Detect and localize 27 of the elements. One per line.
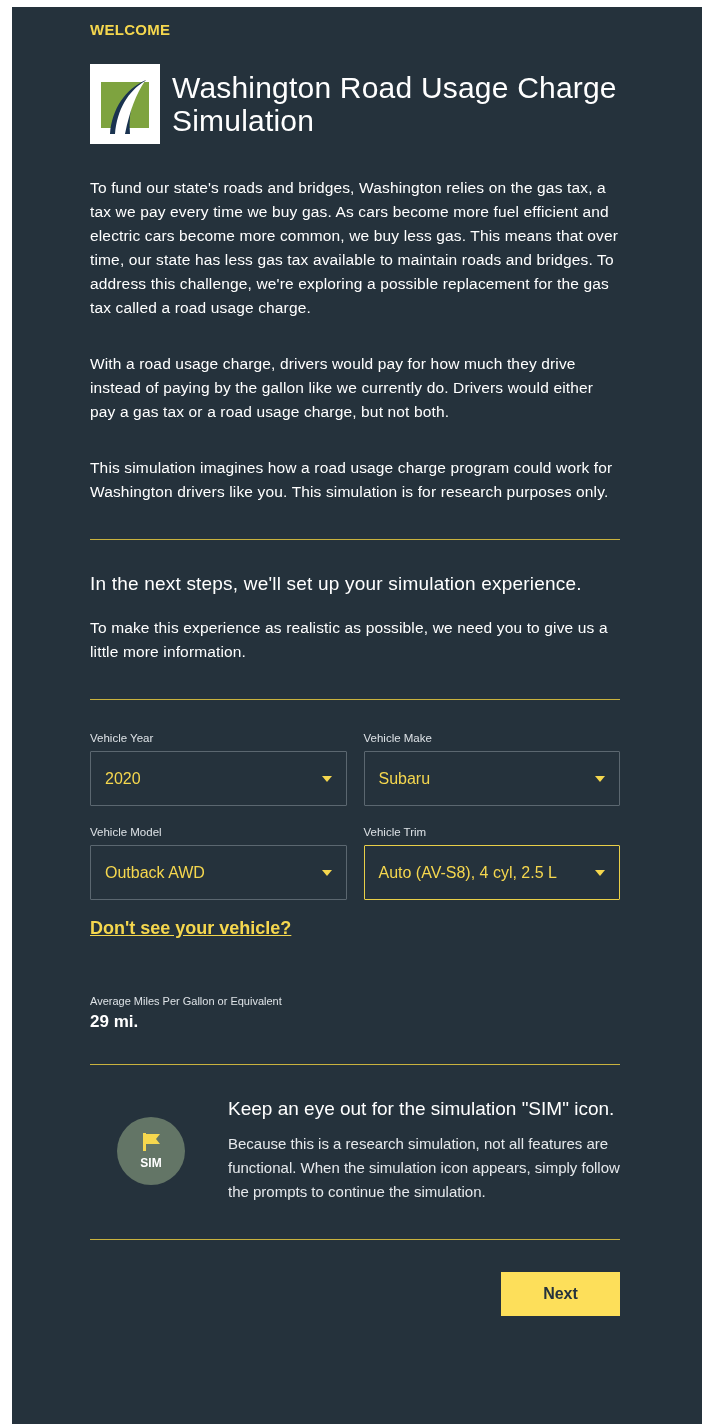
- next-button[interactable]: Next: [501, 1272, 620, 1316]
- mpg-value: 29 mi.: [90, 1012, 140, 1032]
- intro-paragraph: With a road usage charge, drivers would pay for how much they drive instead of paying by the gallon like we currently do. Drivers would either pay a gas tax or a road usage charge, but not both.: [90, 354, 595, 422]
- sim-badge: SIM: [117, 1116, 185, 1185]
- section-eyebrow: WELCOME: [90, 21, 172, 38]
- missing-vehicle-link[interactable]: Don't see your vehicle?: [90, 918, 292, 939]
- setup-text: To make this experience as realistic as possible, we need you to give us a little more information.: [90, 618, 609, 662]
- intro-paragraph: This simulation imagines how a road usage charge program could work for Washington drivers like you. This simulation is for research purposes only.: [90, 458, 614, 502]
- page-title: Washington Road Usage Charge Simulation: [172, 71, 618, 137]
- notice-text: Because this is a research simulation, not all features are functional. When the simulation icon appears, simply follow the prompts to continue the simulation.: [228, 1134, 620, 1202]
- mpg-label: Average Miles Per Gallon or Equivalent: [90, 995, 283, 1007]
- setup-heading: In the next steps, we'll set up your simulation experience.: [90, 572, 583, 596]
- field-label: Vehicle Model: [90, 826, 163, 838]
- vehicle-select[interactable]: Subaru: [363, 751, 620, 806]
- caret-icon: [321, 775, 332, 782]
- caret-icon: [595, 869, 605, 876]
- intro-paragraph: To fund our state's roads and bridges, Washington relies on the gas tax, a tax we pay every time we buy gas. As cars become more fuel efficient and electric cars become more common, we buy less gas. This means that over time, our state has less gas tax available to maintain roads and bridges. To address this challenge, we're exploring a possible replacement for the gas tax called a road usage charge.: [90, 178, 620, 318]
- vehicle-select[interactable]: 2020: [90, 751, 347, 806]
- flag-icon: [141, 1131, 161, 1152]
- caret-icon: [595, 775, 605, 782]
- field-label: Vehicle Trim: [363, 826, 428, 838]
- field-label: Vehicle Year: [90, 732, 155, 744]
- vehicle-select[interactable]: Outback AWD: [90, 845, 347, 900]
- vehicle-select[interactable]: Auto (AV-S8), 4 cyl, 2.5 L: [363, 845, 620, 900]
- notice-heading: Keep an eye out for the simulation "SIM" icon.: [228, 1097, 616, 1120]
- caret-icon: [321, 869, 332, 876]
- field-label: Vehicle Make: [363, 732, 433, 744]
